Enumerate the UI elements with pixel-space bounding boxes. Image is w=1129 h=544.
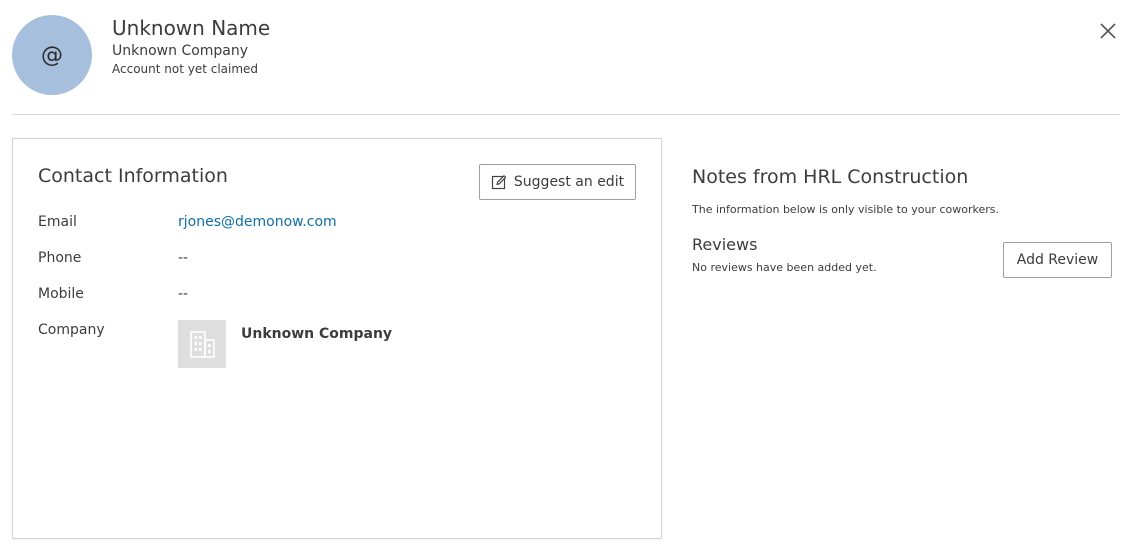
profile-name: Unknown Name	[112, 16, 271, 40]
building-icon	[190, 331, 215, 358]
close-icon	[1100, 23, 1116, 39]
contact-information-card: Contact Information Suggest an edit Emai…	[12, 138, 662, 539]
email-link[interactable]: rjones@demonow.com	[178, 214, 337, 230]
profile-header: @ Unknown Name Unknown Company Account n…	[0, 0, 1129, 115]
claim-status: Account not yet claimed	[112, 62, 259, 76]
reviews-empty-message: No reviews have been added yet.	[692, 261, 877, 274]
header-divider	[12, 114, 1120, 115]
email-value: rjones@demonow.com	[178, 214, 337, 230]
profile-company: Unknown Company	[112, 43, 249, 59]
email-label: Email	[38, 214, 77, 230]
add-review-button[interactable]: Add Review	[1003, 242, 1112, 278]
phone-label: Phone	[38, 250, 82, 266]
close-button[interactable]	[1098, 21, 1118, 41]
suggest-edit-button[interactable]: Suggest an edit	[479, 164, 636, 200]
suggest-edit-label: Suggest an edit	[513, 174, 625, 190]
notes-title: Notes from HRL Construction	[692, 166, 969, 188]
phone-value: --	[178, 250, 189, 266]
company-thumbnail	[178, 320, 226, 368]
notes-visibility-note: The information below is only visible to…	[692, 203, 999, 216]
avatar-glyph: @	[41, 42, 63, 68]
mobile-value: --	[178, 286, 189, 302]
mobile-label: Mobile	[38, 286, 84, 302]
contact-information-title: Contact Information	[38, 165, 228, 187]
company-label: Company	[38, 322, 105, 338]
company-name-link[interactable]: Unknown Company	[241, 326, 392, 342]
reviews-heading: Reviews	[692, 235, 758, 254]
pencil-edit-icon	[491, 175, 507, 190]
avatar: @	[12, 15, 92, 95]
